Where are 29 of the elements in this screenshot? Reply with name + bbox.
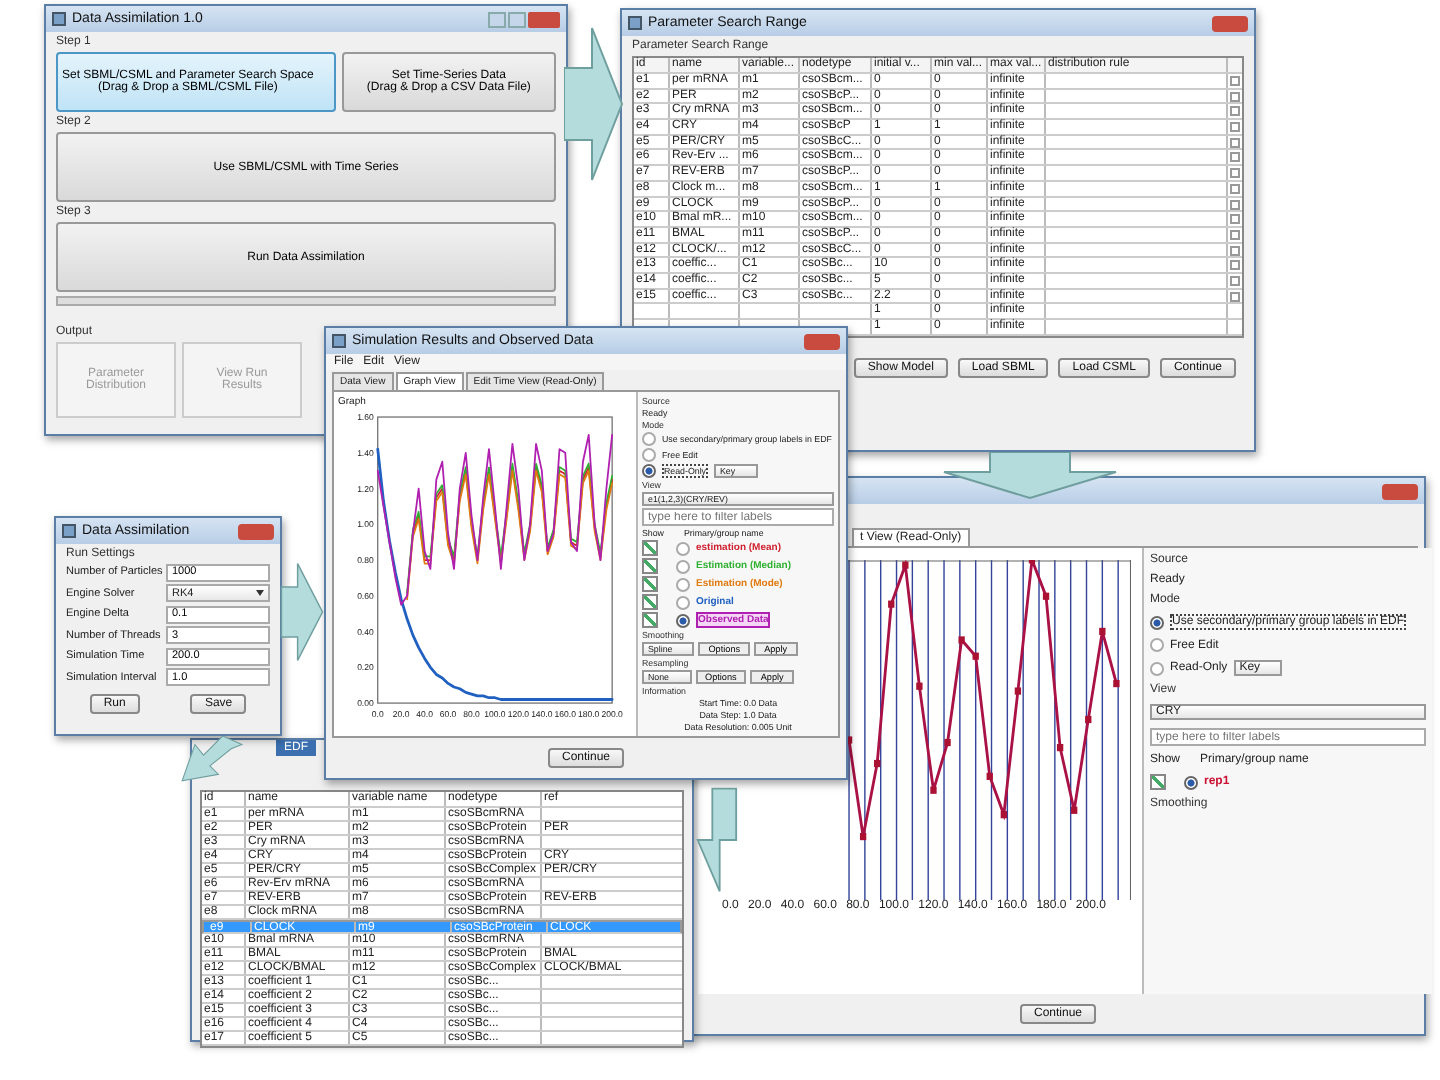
radio-button[interactable] <box>642 432 656 446</box>
window-controls-icon[interactable] <box>488 11 560 27</box>
close-icon[interactable] <box>1382 483 1418 499</box>
checkbox[interactable] <box>642 558 658 574</box>
radio-button[interactable] <box>1150 615 1164 629</box>
radio-button[interactable] <box>676 577 690 591</box>
checkbox[interactable] <box>642 540 658 556</box>
checkbox[interactable] <box>642 576 658 592</box>
app-icon <box>52 12 66 26</box>
app-icon <box>62 524 76 538</box>
radio-button[interactable] <box>676 559 690 573</box>
close-icon[interactable] <box>804 333 840 349</box>
flow-arrow <box>694 784 738 896</box>
radio-button[interactable] <box>1184 775 1198 789</box>
radio-button[interactable] <box>676 613 690 627</box>
app-icon <box>628 16 642 30</box>
close-icon[interactable] <box>238 523 274 539</box>
flow-arrow <box>176 736 248 784</box>
radio-button[interactable] <box>676 595 690 609</box>
checkbox[interactable] <box>642 594 658 610</box>
radio-button[interactable] <box>1150 638 1164 652</box>
close-icon[interactable] <box>1212 15 1248 31</box>
radio-button[interactable] <box>642 448 656 462</box>
checkbox[interactable] <box>1150 774 1166 790</box>
app-icon <box>332 334 346 348</box>
radio-button[interactable] <box>642 464 656 478</box>
checkbox[interactable] <box>642 612 658 628</box>
radio-button[interactable] <box>1150 661 1164 675</box>
radio-button[interactable] <box>676 541 690 555</box>
